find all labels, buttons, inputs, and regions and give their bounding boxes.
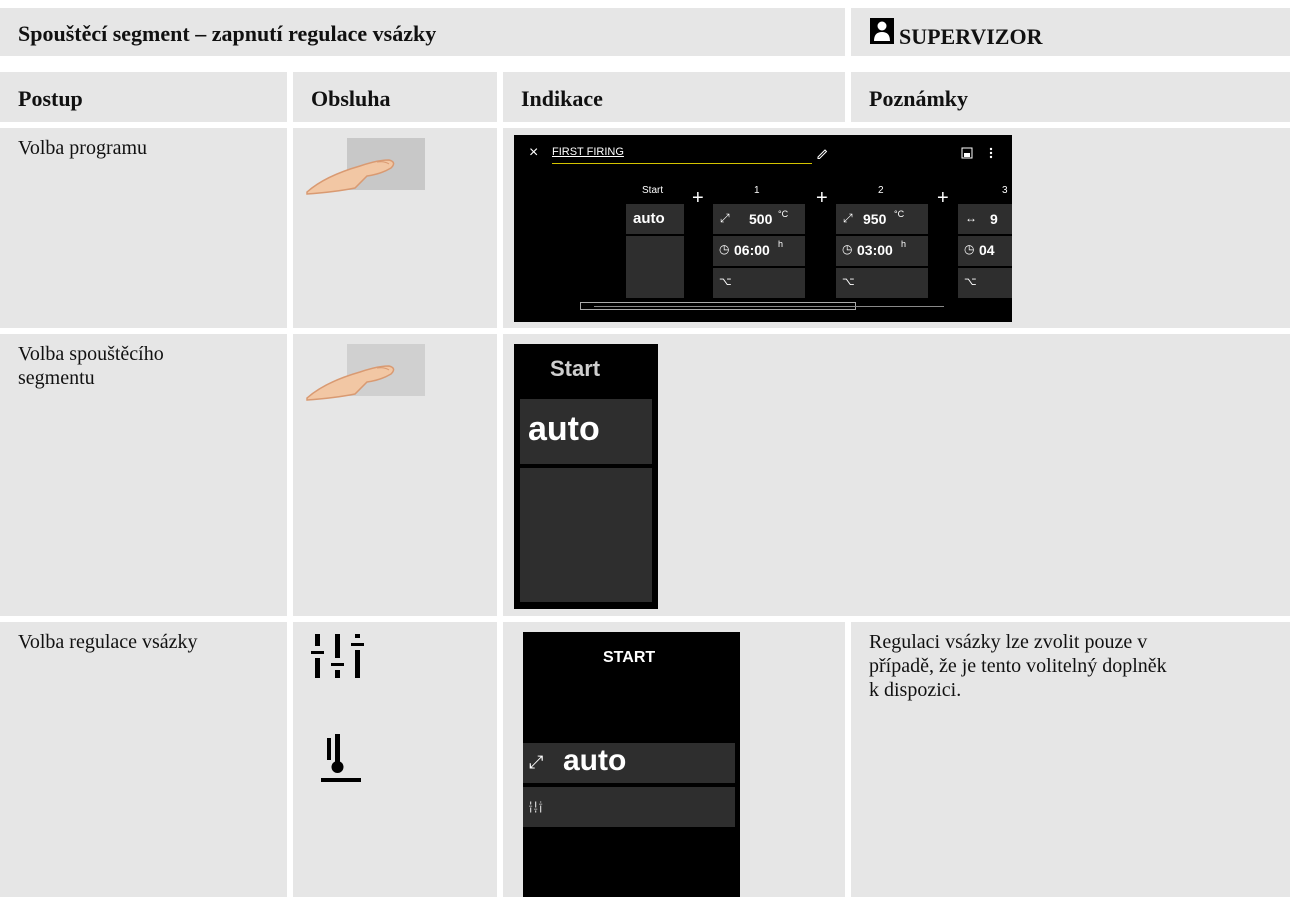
clock-icon: ◷ — [842, 242, 853, 256]
indication-cell: START ⤢ auto — [503, 622, 845, 897]
table-row: Volba regulace vsázky — [0, 622, 287, 897]
segment-temp: 9 — [990, 211, 998, 227]
start-title: Start — [550, 356, 601, 381]
finger-touch-icon — [306, 344, 425, 401]
save-icon[interactable] — [961, 147, 973, 159]
start-empty-tile — [626, 236, 684, 298]
segment-number: 1 — [754, 185, 760, 196]
start-label: Start — [642, 185, 664, 196]
segment-temp: 500 — [749, 211, 773, 227]
col-header-poznamky: Poznámky — [851, 72, 1290, 122]
charge-control-tile[interactable] — [523, 787, 735, 827]
clock-icon: ◷ — [719, 242, 730, 256]
sliders-icon — [529, 801, 543, 813]
indication-cell: × FIRST FIRING Start auto + 1 ⤢ 500 °C ◷… — [503, 128, 1290, 328]
ramp-icon: ⤢ — [529, 752, 544, 772]
segment-time: 06:00 — [734, 242, 770, 258]
step-text: Volba regulace vsázky — [18, 631, 198, 653]
start-auto-tile[interactable] — [523, 743, 735, 783]
start-value: auto — [633, 210, 665, 227]
operation-cell — [293, 622, 497, 897]
operation-cell — [293, 128, 497, 328]
segment-temp: 950 — [863, 211, 887, 227]
program-screen: × FIRST FIRING Start auto + 1 ⤢ 500 °C ◷… — [514, 135, 1012, 322]
ramp-icon: ⤢ — [720, 211, 730, 225]
section-title: Spouštěcí segment – zapnutí regulace vsá… — [18, 21, 437, 46]
step-text: Volba programu — [18, 137, 148, 159]
clock-icon: ◷ — [964, 242, 975, 256]
col-header-postup: Postup — [0, 72, 287, 122]
col-header-obsluha: Obsluha — [293, 72, 497, 122]
title-cell: Spouštěcí segment – zapnutí regulace vsá… — [0, 8, 845, 56]
segment-number: 3 — [1002, 185, 1008, 196]
extra-function-icon: ⌥ — [842, 276, 855, 288]
extra-function-icon: ⌥ — [719, 276, 732, 288]
add-segment-icon[interactable]: + — [816, 187, 828, 210]
finger-touch-icon — [306, 138, 425, 195]
close-icon[interactable]: × — [529, 144, 538, 162]
start-value: auto — [528, 410, 600, 448]
operation-cell — [293, 334, 497, 616]
program-name-underline — [552, 163, 812, 164]
notes-cell: Regulaci vsázky lze zvolit pouze v přípa… — [851, 622, 1290, 897]
program-name[interactable]: FIRST FIRING — [552, 146, 624, 158]
note-text: Regulaci vsázky lze zvolit pouze v přípa… — [869, 631, 1167, 701]
col-header-indikace: Indikace — [503, 72, 845, 122]
user-icon — [870, 18, 894, 44]
table-row: Volba programu — [0, 128, 287, 328]
start-segment-screen: Start auto — [514, 344, 658, 609]
more-menu-icon[interactable] — [988, 147, 994, 159]
start-title: START — [603, 649, 656, 666]
extra-function-icon: ⌥ — [964, 276, 977, 288]
segment-time: 04 — [979, 242, 995, 258]
hold-icon: ↔ — [965, 211, 977, 225]
start-empty-tile — [520, 468, 652, 602]
segment-number: 2 — [878, 185, 884, 196]
step-text: Volba spouštěcího segmentu — [18, 343, 164, 389]
edit-icon[interactable] — [816, 147, 828, 159]
indication-cell: Start auto — [503, 334, 1290, 616]
add-segment-icon[interactable]: + — [937, 187, 949, 210]
ramp-icon: ⤢ — [843, 211, 853, 225]
sliders-icon — [311, 634, 364, 678]
table-row: Volba spouštěcího segmentu — [0, 334, 287, 616]
scrollbar-line — [594, 306, 944, 307]
role-label: SUPERVIZOR — [899, 24, 1043, 49]
role-cell: SUPERVIZOR — [851, 8, 1290, 56]
start-charge-screen: START ⤢ auto — [523, 632, 740, 897]
segment-time: 03:00 — [857, 242, 893, 258]
start-value: auto — [563, 744, 627, 777]
charge-control-icon — [321, 734, 361, 782]
add-segment-icon[interactable]: + — [692, 187, 704, 210]
